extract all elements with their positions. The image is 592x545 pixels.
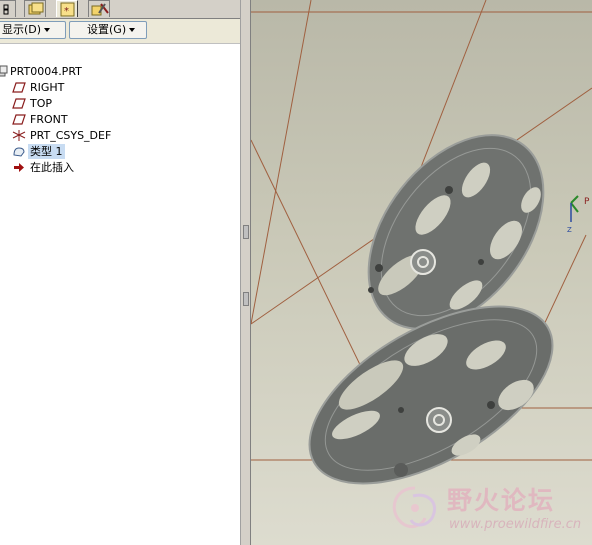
part-icon — [0, 65, 8, 77]
triad-label-z: Z — [567, 226, 572, 234]
settings-menu-button[interactable]: 设置(G) — [69, 21, 147, 39]
insert-here-arrow-icon — [14, 163, 24, 172]
tree-item-label: PRT_CSYS_DEF — [30, 129, 112, 142]
model-tree: PRT0004.PRT RIGHT TOP FRONT PRT_CSYS_DEF… — [0, 44, 241, 545]
model-tree-icon — [3, 4, 9, 15]
chevron-down-icon — [129, 28, 136, 32]
tree-item-label: 类型 1 — [28, 144, 65, 159]
watermark-url: www.proewildfire.cn — [449, 517, 582, 532]
tools-icon — [91, 3, 109, 16]
datum-plane-icon — [12, 98, 26, 109]
tree-item-csys[interactable]: PRT_CSYS_DEF — [0, 128, 220, 143]
model-view: P Z — [251, 0, 592, 485]
show-menu-shortcut: (D) — [24, 23, 42, 36]
expand-right-arrow-icon[interactable] — [243, 292, 249, 306]
feature-icon — [13, 147, 25, 157]
watermark-logo — [392, 486, 436, 528]
triad-label-p: P — [584, 197, 590, 207]
panel-splitter[interactable] — [240, 0, 251, 545]
tree-item-top[interactable]: TOP — [0, 96, 220, 111]
tree-item-label: FRONT — [30, 113, 68, 126]
settings-menu-label: 设置 — [87, 23, 109, 36]
tree-item-label: TOP — [30, 97, 53, 110]
show-menu-button[interactable]: 显示(D) — [0, 21, 66, 39]
datum-plane-icon — [12, 114, 26, 125]
tree-item-part[interactable]: PRT0004.PRT — [0, 64, 220, 79]
tab-connections[interactable] — [88, 0, 110, 17]
tab-model-tree[interactable] — [0, 0, 16, 17]
tree-item-label: 在此插入 — [30, 161, 74, 174]
model-tree-panel: * 显示(D) 设置(G) PRT0004.PRT RIGHT TOP FRON… — [0, 0, 241, 545]
favorites-star-icon: * — [60, 2, 75, 17]
model-tree-toolbar: 显示(D) 设置(G) — [0, 19, 240, 44]
tree-item-label: PRT0004.PRT — [10, 65, 82, 78]
tree-item-right[interactable]: RIGHT — [0, 80, 220, 95]
folder-icon — [28, 2, 44, 15]
tree-item-front[interactable]: FRONT — [0, 112, 220, 127]
graphics-window[interactable]: P Z — [251, 0, 592, 545]
tab-favorites[interactable]: * — [56, 0, 78, 17]
watermark: 野火论坛 www.proewildfire.cn — [383, 474, 592, 545]
tree-item-label: RIGHT — [30, 81, 65, 94]
tree-item-feature[interactable]: 类型 1 — [0, 144, 220, 159]
chevron-down-icon — [44, 28, 51, 32]
coordinate-system-icon — [12, 130, 26, 141]
datum-plane-icon — [12, 82, 26, 93]
settings-menu-shortcut: (G) — [109, 23, 127, 36]
navigator-tab-strip: * — [0, 0, 240, 19]
show-menu-label: 显示 — [2, 23, 24, 36]
tree-item-insert-here[interactable]: 在此插入 — [0, 160, 220, 175]
tab-folder-browser[interactable] — [24, 0, 46, 17]
watermark-title: 野火论坛 — [447, 486, 556, 515]
collapse-left-arrow-icon[interactable] — [243, 225, 249, 239]
triad-icon — [570, 195, 579, 222]
svg-text:*: * — [64, 6, 69, 17]
